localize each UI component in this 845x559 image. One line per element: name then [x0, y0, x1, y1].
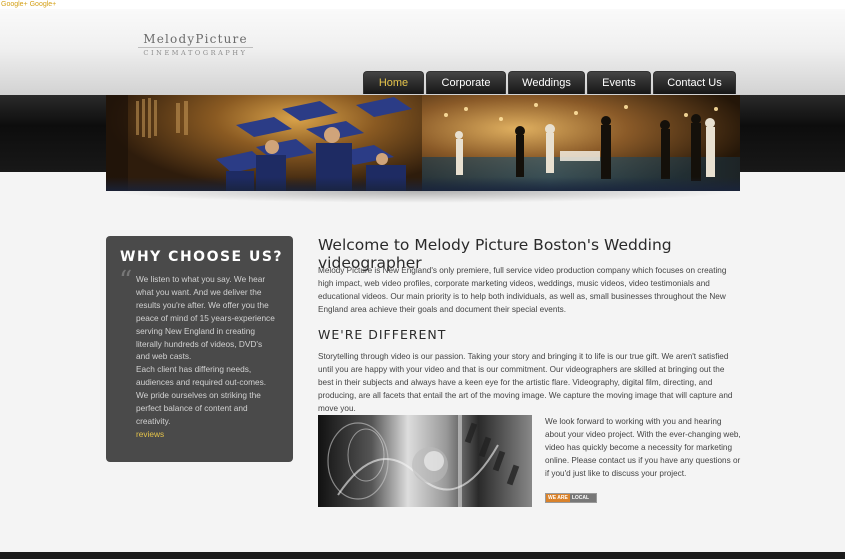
why-paragraph: Each client has differing needs, audienc…	[136, 364, 267, 426]
quote-mark-icon: “	[119, 266, 133, 296]
section-heading: WE'RE DIFFERENT	[318, 327, 447, 342]
site-logo[interactable]: MelodyPicture CINEMATOGRAPHY	[138, 32, 253, 57]
badge-left-text: WE ARE	[546, 494, 570, 502]
intro-paragraph: Melody Picture is New England's only pre…	[318, 266, 727, 314]
site-header: MelodyPicture CINEMATOGRAPHY Home Corpor…	[0, 9, 845, 95]
why-title: WHY CHOOSE US?	[120, 249, 284, 265]
badge-right-text: LOCAL	[569, 494, 596, 502]
nav-contact-us[interactable]: Contact Us	[653, 71, 736, 94]
top-google-links[interactable]: Google+ Google+	[0, 0, 845, 9]
film-collage-image	[318, 415, 532, 507]
reviews-link[interactable]: reviews	[136, 428, 276, 441]
logo-name: MelodyPicture	[143, 32, 248, 46]
why-text: We listen to what you say. We hear what …	[136, 273, 276, 441]
closing-paragraph: We look forward to working with you and …	[545, 417, 741, 478]
logo-tagline: CINEMATOGRAPHY	[138, 47, 253, 57]
hero-banner	[106, 95, 740, 191]
hero-shadow	[106, 191, 740, 203]
different-paragraph: Storytelling through video is our passio…	[318, 352, 733, 413]
nav-home[interactable]: Home	[363, 71, 424, 94]
footer-bar	[0, 552, 845, 559]
nav-weddings[interactable]: Weddings	[508, 71, 585, 94]
why-choose-us-panel: WHY CHOOSE US? “ We listen to what you s…	[106, 236, 293, 462]
why-paragraph: We listen to what you say. We hear what …	[136, 274, 275, 362]
nav-corporate[interactable]: Corporate	[426, 71, 506, 94]
hero-bottom-fade	[106, 177, 740, 191]
we-are-local-badge[interactable]: WE ARE LOCAL	[545, 493, 597, 503]
main-nav: Home Corporate Weddings Events Contact U…	[363, 71, 736, 94]
nav-events[interactable]: Events	[587, 71, 651, 94]
